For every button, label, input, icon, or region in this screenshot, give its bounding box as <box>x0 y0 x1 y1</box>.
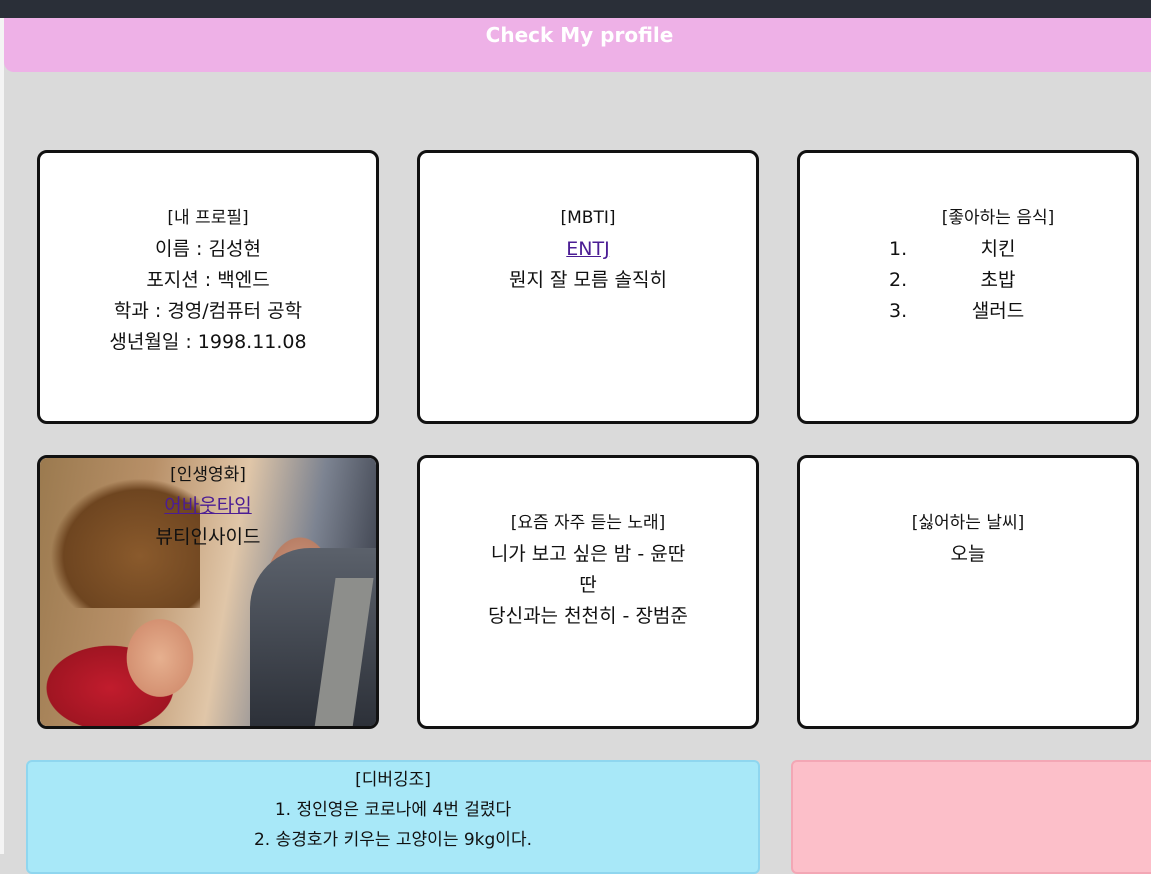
profile-birthday: 생년월일 : 1998.11.08 <box>109 331 307 353</box>
profile-content: [내 프로필] 이름 : 김성현 포지션 : 백엔드 학과 : 경영/컴퓨터 공… <box>40 203 376 358</box>
page-header: Check My profile <box>4 18 1151 72</box>
food-item-label: 치킨 <box>980 238 1016 260</box>
songs-content: [요즘 자주 듣는 노래] 니가 보고 싶은 밤 - 윤딴 딴 당신과는 천천히… <box>420 508 756 632</box>
food-title: [좋아하는 음식] <box>941 208 1055 228</box>
mbti-content: [MBTI] ENTJ 뭔지 잘 모름 솔직히 <box>420 203 756 296</box>
profile-major: 학과 : 경영/컴퓨터 공학 <box>113 300 303 322</box>
pink-box <box>791 760 1151 874</box>
left-edge-strip <box>0 18 4 854</box>
debug-line: 1. 정인영은 코로나에 4번 걸렸다 <box>274 800 512 820</box>
browser-top-bar <box>0 0 1151 18</box>
movie-second: 뷰티인사이드 <box>155 526 261 548</box>
food-content: [좋아하는 음식] 1. 치킨 2. 초밥 3. 샐러드 <box>800 203 1136 327</box>
profile-title: [내 프로필] <box>167 208 249 228</box>
profile-name: 이름 : 김성현 <box>155 238 261 260</box>
page-title: Check My profile <box>485 23 674 47</box>
mbti-card: [MBTI] ENTJ 뭔지 잘 모름 솔직히 <box>417 150 759 424</box>
food-item: 3. 샐러드 <box>800 296 1136 327</box>
movie-title: [인생영화] <box>170 465 246 485</box>
mbti-link[interactable]: ENTJ <box>566 238 609 260</box>
song-item-continued: 딴 <box>579 574 597 596</box>
weather-content: [싫어하는 날씨] 오늘 <box>800 508 1136 570</box>
debug-box: [디버깅조] 1. 정인영은 코로나에 4번 걸렸다 2. 송경호가 키우는 고… <box>26 760 760 874</box>
song-item: 당신과는 천천히 - 장범준 <box>488 605 688 627</box>
profile-card: [내 프로필] 이름 : 김성현 포지션 : 백엔드 학과 : 경영/컴퓨터 공… <box>37 150 379 424</box>
songs-title: [요즘 자주 듣는 노래] <box>510 513 666 533</box>
debug-content: [디버깅조] 1. 정인영은 코로나에 4번 걸렸다 2. 송경호가 키우는 고… <box>28 762 758 855</box>
movie-link[interactable]: 어바웃타임 <box>164 495 251 517</box>
debug-line: 2. 송경호가 키우는 고양이는 9kg이다. <box>253 830 532 850</box>
weather-title: [싫어하는 날씨] <box>911 513 1025 533</box>
food-card: [좋아하는 음식] 1. 치킨 2. 초밥 3. 샐러드 <box>797 150 1139 424</box>
food-list: 1. 치킨 2. 초밥 3. 샐러드 <box>800 234 1136 327</box>
songs-card: [요즘 자주 듣는 노래] 니가 보고 싶은 밤 - 윤딴 딴 당신과는 천천히… <box>417 455 759 729</box>
movie-card: [인생영화] 어바웃타임 뷰티인사이드 <box>37 455 379 729</box>
profile-position: 포지션 : 백엔드 <box>146 269 270 291</box>
mbti-comment: 뭔지 잘 모름 솔직히 <box>509 269 667 291</box>
food-item-label: 초밥 <box>980 269 1016 291</box>
food-item-label: 샐러드 <box>971 300 1025 322</box>
song-item: 니가 보고 싶은 밤 - 윤딴 <box>490 543 686 565</box>
food-item: 1. 치킨 <box>800 234 1136 265</box>
food-item: 2. 초밥 <box>800 265 1136 296</box>
weather-value: 오늘 <box>950 543 986 565</box>
movie-content: [인생영화] 어바웃타임 뷰티인사이드 <box>40 460 376 553</box>
debug-title: [디버깅조] <box>355 770 431 790</box>
mbti-title: [MBTI] <box>560 208 616 228</box>
weather-card: [싫어하는 날씨] 오늘 <box>797 455 1139 729</box>
